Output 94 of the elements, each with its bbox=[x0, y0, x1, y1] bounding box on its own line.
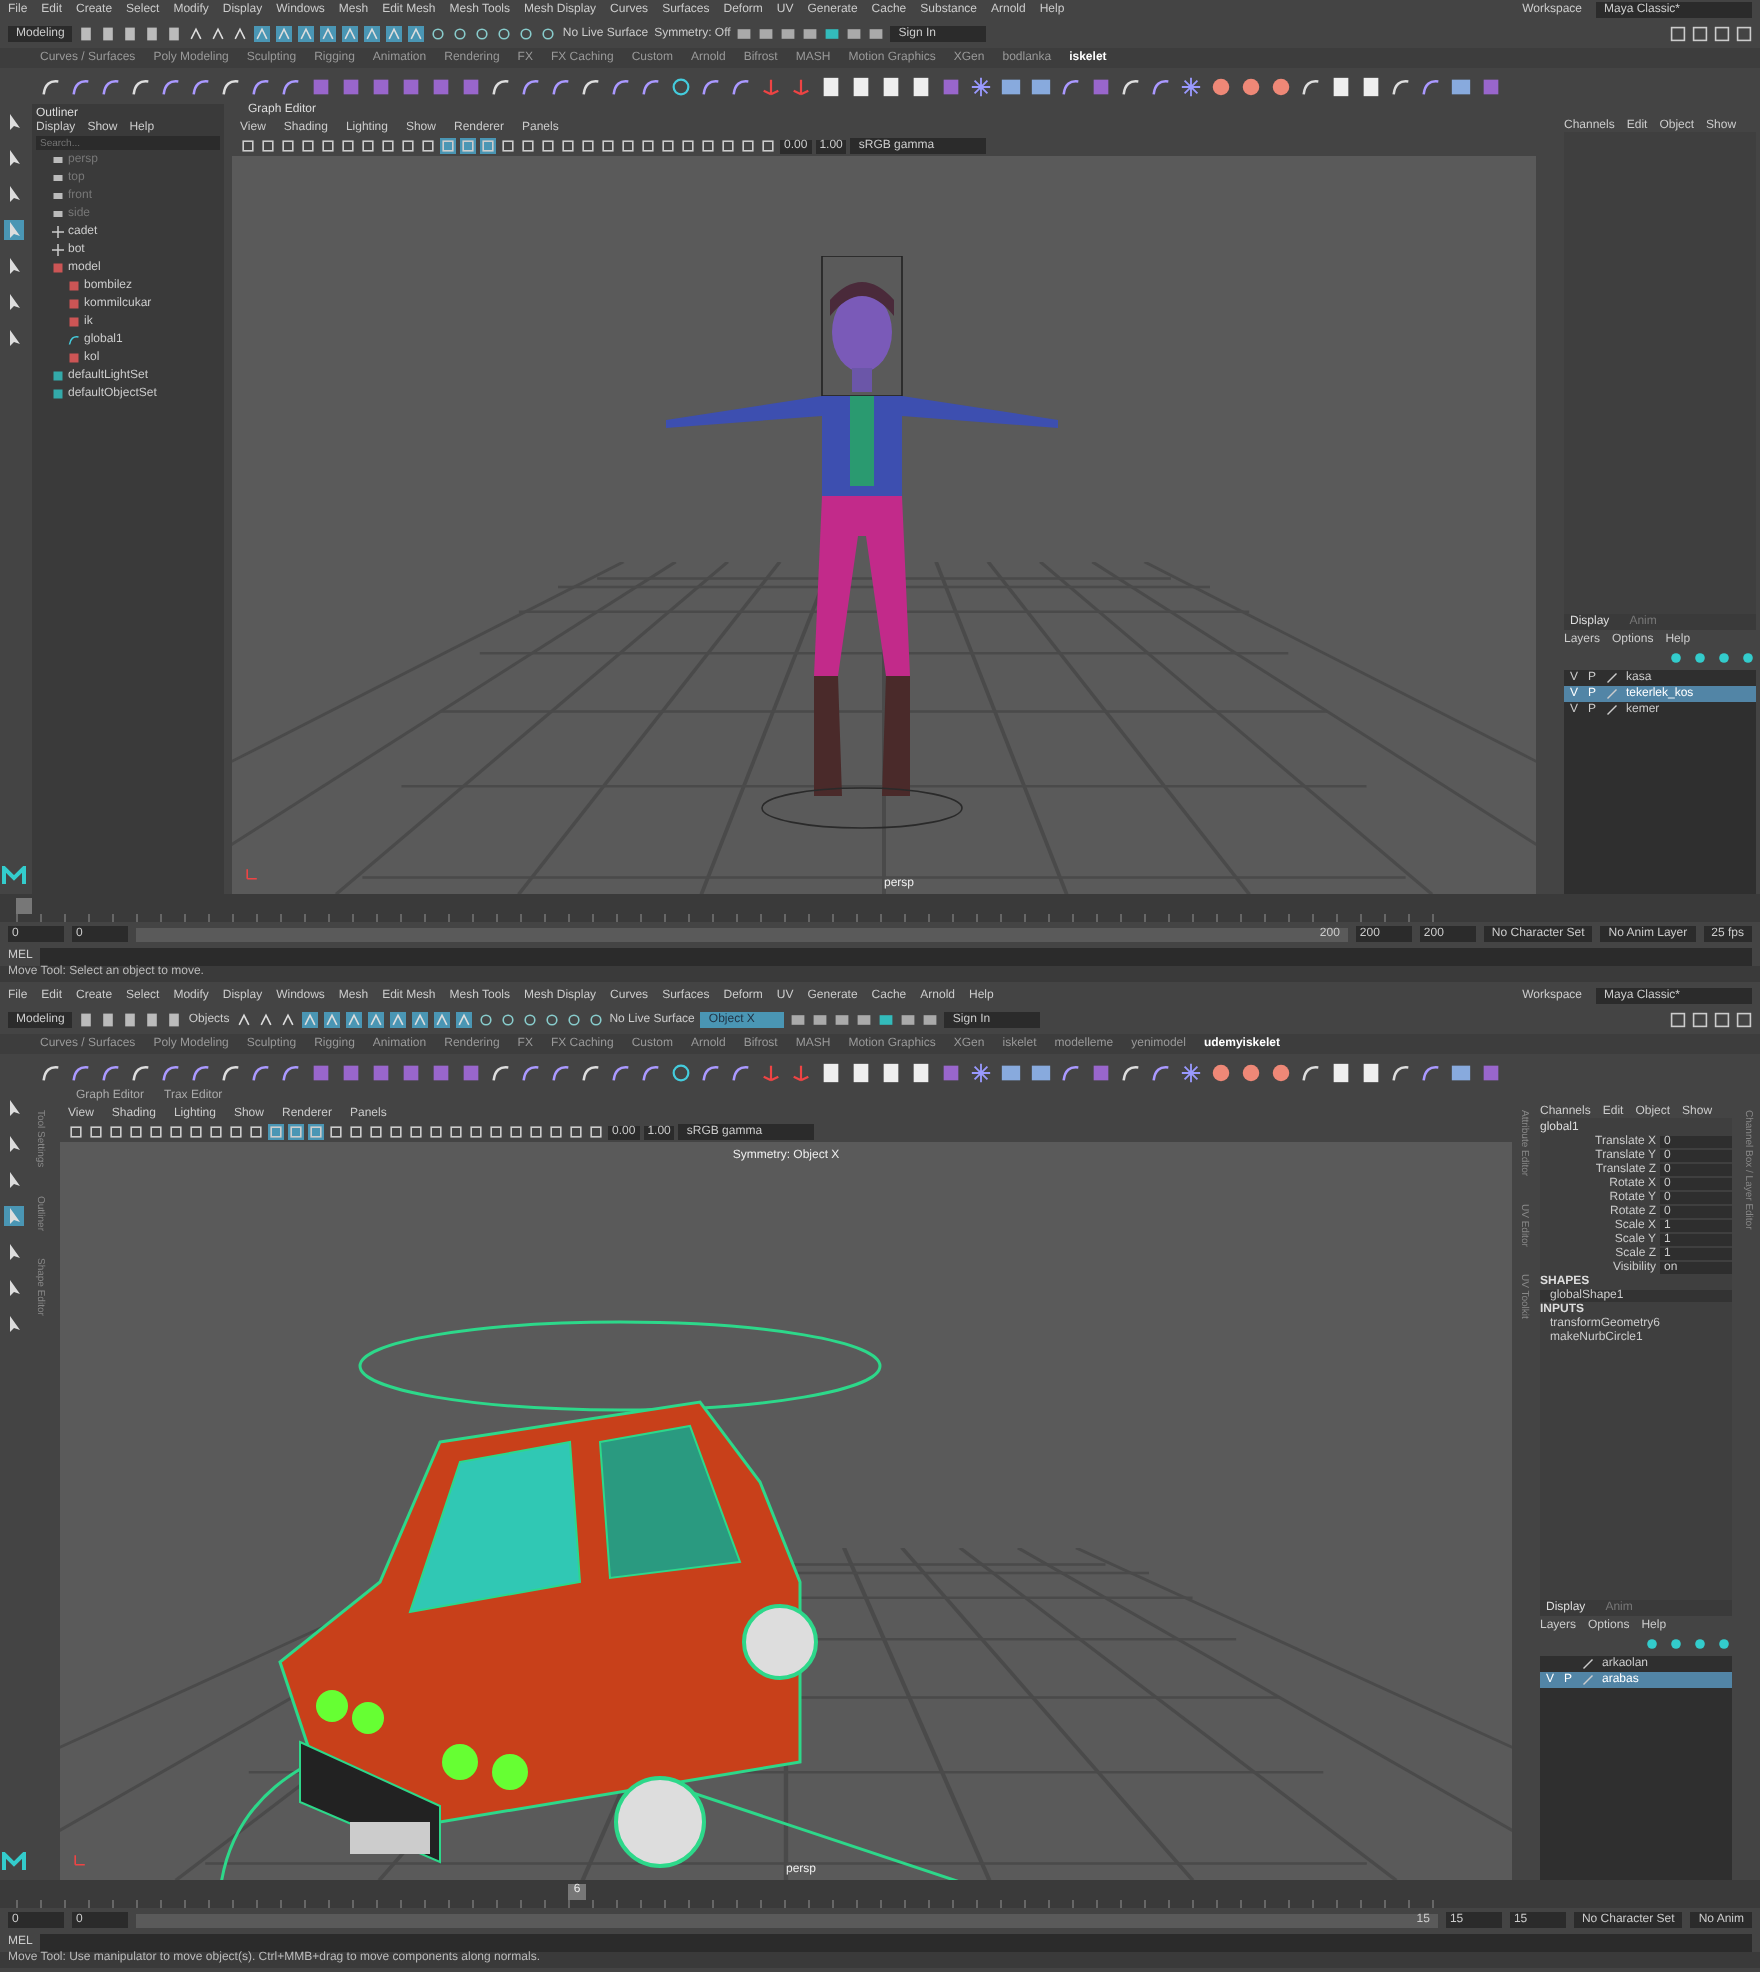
curve-icon[interactable] bbox=[640, 75, 662, 97]
curve-icon[interactable] bbox=[1060, 1061, 1082, 1083]
curve-icon[interactable] bbox=[40, 75, 62, 97]
sphere-icon[interactable] bbox=[1270, 75, 1292, 97]
note-icon[interactable] bbox=[880, 75, 902, 97]
note-icon[interactable] bbox=[1330, 75, 1352, 97]
curve-icon[interactable] bbox=[1390, 1061, 1412, 1083]
note-icon[interactable] bbox=[820, 75, 842, 97]
curve-icon[interactable] bbox=[160, 75, 182, 97]
curve-icon[interactable] bbox=[280, 75, 302, 97]
axis-indicator-icon bbox=[72, 1852, 88, 1868]
curve-icon[interactable] bbox=[190, 1061, 212, 1083]
curve-icon[interactable] bbox=[1120, 75, 1142, 97]
curve-icon[interactable] bbox=[700, 75, 722, 97]
circle-icon[interactable] bbox=[670, 1061, 692, 1083]
curve-icon[interactable] bbox=[1420, 1061, 1442, 1083]
note-icon[interactable] bbox=[850, 1061, 872, 1083]
curve-icon[interactable] bbox=[610, 1061, 632, 1083]
sphere-icon[interactable] bbox=[1240, 1061, 1262, 1083]
panel-icon[interactable] bbox=[1000, 1061, 1022, 1083]
note-icon[interactable] bbox=[820, 1061, 842, 1083]
curve-icon[interactable] bbox=[520, 1061, 542, 1083]
curve-icon[interactable] bbox=[190, 75, 212, 97]
panel-icon[interactable] bbox=[1030, 1061, 1052, 1083]
curve-icon[interactable] bbox=[250, 1061, 272, 1083]
curve-icon[interactable] bbox=[130, 1061, 152, 1083]
curve-icon[interactable] bbox=[100, 75, 122, 97]
star-icon[interactable] bbox=[970, 1061, 992, 1083]
curve-icon[interactable] bbox=[580, 75, 602, 97]
panel-icon[interactable] bbox=[1450, 1061, 1472, 1083]
curve-icon[interactable] bbox=[520, 75, 542, 97]
sphere-icon[interactable] bbox=[1270, 1061, 1292, 1083]
star-icon[interactable] bbox=[1180, 75, 1202, 97]
note-icon[interactable] bbox=[1360, 75, 1382, 97]
axis-icon[interactable] bbox=[760, 1061, 782, 1083]
curve-icon[interactable] bbox=[220, 75, 242, 97]
curve-icon[interactable] bbox=[580, 1061, 602, 1083]
curve-icon[interactable] bbox=[1150, 1061, 1172, 1083]
command-field[interactable] bbox=[40, 1933, 1752, 1951]
note-icon[interactable] bbox=[1330, 1061, 1352, 1083]
axis-indicator-icon bbox=[244, 866, 260, 882]
curve-icon[interactable] bbox=[730, 1061, 752, 1083]
note-icon[interactable] bbox=[910, 1061, 932, 1083]
curve-icon[interactable] bbox=[1300, 75, 1322, 97]
curve-icon[interactable] bbox=[160, 1061, 182, 1083]
curve-icon[interactable] bbox=[220, 1061, 242, 1083]
note-icon[interactable] bbox=[910, 75, 932, 97]
star-icon[interactable] bbox=[970, 75, 992, 97]
curve-icon[interactable] bbox=[550, 75, 572, 97]
curve-icon[interactable] bbox=[1120, 1061, 1142, 1083]
curve-icon[interactable] bbox=[1300, 1061, 1322, 1083]
locator-icon bbox=[52, 226, 64, 238]
curve-icon bbox=[68, 334, 80, 346]
select-tool-icon[interactable] bbox=[4, 112, 24, 132]
axis-icon[interactable] bbox=[760, 75, 782, 97]
sphere-icon[interactable] bbox=[1240, 75, 1262, 97]
curve-icon[interactable] bbox=[1060, 75, 1082, 97]
curve-icon[interactable] bbox=[490, 1061, 512, 1083]
locator-icon bbox=[52, 244, 64, 256]
panel-icon[interactable] bbox=[1000, 75, 1022, 97]
circle-icon[interactable] bbox=[670, 75, 692, 97]
curve-icon[interactable] bbox=[1420, 75, 1442, 97]
current-frame-marker[interactable] bbox=[16, 898, 32, 914]
curve-icon[interactable] bbox=[610, 75, 632, 97]
curve-icon[interactable] bbox=[130, 75, 152, 97]
curve-icon[interactable] bbox=[1150, 75, 1172, 97]
curve-icon[interactable] bbox=[550, 1061, 572, 1083]
curve-icon[interactable] bbox=[40, 1061, 62, 1083]
curve-icon[interactable] bbox=[100, 1061, 122, 1083]
curve-icon[interactable] bbox=[490, 75, 512, 97]
sphere-icon[interactable] bbox=[1210, 75, 1232, 97]
curve-icon[interactable] bbox=[70, 75, 92, 97]
curve-icon[interactable] bbox=[700, 1061, 722, 1083]
panel-icon[interactable] bbox=[1030, 75, 1052, 97]
curve-icon[interactable] bbox=[280, 1061, 302, 1083]
m-logo-icon bbox=[2, 866, 26, 886]
axis-icon[interactable] bbox=[790, 75, 812, 97]
m-logo-icon bbox=[2, 1852, 26, 1872]
curve-icon[interactable] bbox=[640, 1061, 662, 1083]
star-icon[interactable] bbox=[1180, 1061, 1202, 1083]
curve-icon[interactable] bbox=[250, 75, 272, 97]
curve-icon[interactable] bbox=[1390, 75, 1412, 97]
note-icon[interactable] bbox=[880, 1061, 902, 1083]
note-icon[interactable] bbox=[1360, 1061, 1382, 1083]
command-field[interactable] bbox=[40, 947, 1752, 965]
sphere-icon[interactable] bbox=[1210, 1061, 1232, 1083]
panel-icon[interactable] bbox=[1450, 75, 1472, 97]
curve-icon[interactable] bbox=[70, 1061, 92, 1083]
group-icon bbox=[68, 352, 80, 364]
axis-icon[interactable] bbox=[790, 1061, 812, 1083]
select-tool-icon[interactable] bbox=[4, 1098, 24, 1118]
time-slider[interactable] bbox=[0, 894, 1760, 922]
curve-icon[interactable] bbox=[730, 75, 752, 97]
note-icon[interactable] bbox=[850, 75, 872, 97]
